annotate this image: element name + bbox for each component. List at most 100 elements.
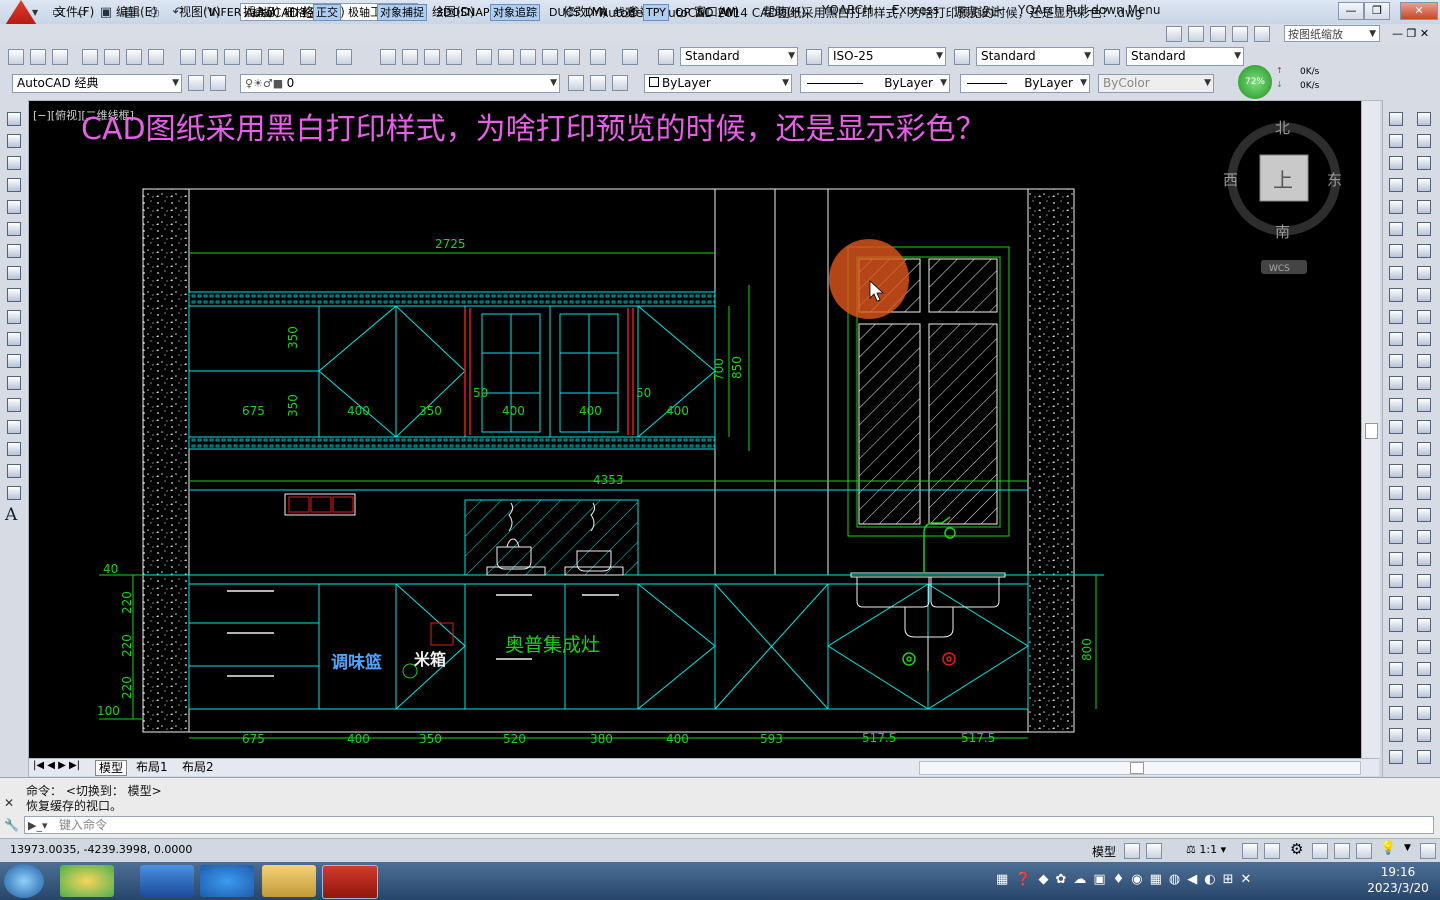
- spline-icon[interactable]: [7, 288, 21, 302]
- compass-north[interactable]: 北: [1275, 119, 1290, 137]
- plotstyle-combo[interactable]: ByColor ▼: [1098, 74, 1214, 93]
- color-combo[interactable]: ByLayer ▼: [644, 74, 792, 93]
- modify-tool-3-icon[interactable]: [1389, 178, 1403, 192]
- dim-tool-8-icon[interactable]: [1417, 288, 1431, 302]
- dim-tool-6-icon[interactable]: [1417, 244, 1431, 258]
- qnew-icon[interactable]: [8, 49, 24, 65]
- text-style-combo[interactable]: Standard ▼: [680, 47, 798, 66]
- tab-nav-arrows[interactable]: |◀ ◀ ▶ ▶|: [33, 760, 80, 771]
- dim-tool-12-icon[interactable]: [1417, 376, 1431, 390]
- modify-tool-12-icon[interactable]: [1389, 376, 1403, 390]
- clean-screen-icon[interactable]: [1420, 843, 1436, 859]
- dim-tool-13-icon[interactable]: [1417, 398, 1431, 412]
- taskbar-app-list-icon[interactable]: [140, 865, 194, 897]
- drawing-svg[interactable]: 2725 4353 675 400 350 400 400 400 50 50 …: [29, 101, 1361, 758]
- redo-icon[interactable]: [336, 49, 352, 65]
- dim-tool-10-icon[interactable]: [1417, 332, 1431, 346]
- modify-tool-0-icon[interactable]: [1389, 112, 1403, 126]
- plot-icon[interactable]: [82, 49, 98, 65]
- workspace-settings-icon[interactable]: [188, 75, 204, 91]
- modify-tool-28-icon[interactable]: [1389, 728, 1403, 742]
- modify-tool-22-icon[interactable]: [1389, 596, 1403, 610]
- modify-tool-16-icon[interactable]: [1389, 464, 1403, 478]
- tab-model[interactable]: 模型: [95, 760, 128, 776]
- insert-block-icon[interactable]: [7, 354, 21, 368]
- modify-tool-8-icon[interactable]: [1389, 288, 1403, 302]
- tab-layout2[interactable]: 布局2: [179, 760, 217, 774]
- dim-tool-21-icon[interactable]: [1417, 574, 1431, 588]
- sheet-set-icon[interactable]: [1232, 26, 1248, 42]
- menu-item-11[interactable]: 帮助(H): [763, 3, 805, 20]
- dim-tool-0-icon[interactable]: [1417, 112, 1431, 126]
- viewcube[interactable]: 上 北 南 东 西 WCS: [1223, 119, 1342, 274]
- zoom-previous-icon[interactable]: [446, 49, 462, 65]
- status-menu-icon[interactable]: ▼: [1404, 843, 1411, 853]
- table-style-icon[interactable]: [954, 49, 970, 65]
- command-input[interactable]: ▶_▾ 键入命令: [24, 816, 1434, 834]
- make-layer-current-icon[interactable]: [568, 75, 584, 91]
- taskbar-app-s-icon[interactable]: [200, 865, 254, 897]
- command-settings-icon[interactable]: 🔧: [4, 818, 19, 832]
- annotation-scale[interactable]: ⚖ 1:1 ▾: [1186, 843, 1226, 856]
- open-icon[interactable]: [30, 49, 46, 65]
- status-toggle-1[interactable]: 捕捉: [249, 4, 277, 21]
- modify-tool-24-icon[interactable]: [1389, 640, 1403, 654]
- paste-icon[interactable]: [224, 49, 240, 65]
- status-toggle-0[interactable]: INFER: [206, 4, 244, 21]
- polygon-icon[interactable]: [7, 178, 21, 192]
- modify-tool-7-icon[interactable]: [1389, 266, 1403, 280]
- model-space-button[interactable]: 模型: [1092, 843, 1116, 860]
- modify-tool-19-icon[interactable]: [1389, 530, 1403, 544]
- menu-item-12[interactable]: YQARCH: [822, 3, 872, 17]
- coordinate-readout[interactable]: 13973.0035, -4239.3998, 0.0000: [10, 843, 192, 856]
- layer-combo[interactable]: ♀☀♂■ 0 ▼: [240, 74, 560, 93]
- modify-tool-29-icon[interactable]: [1389, 750, 1403, 764]
- tool-palettes-icon[interactable]: [520, 49, 536, 65]
- circle-icon[interactable]: [7, 244, 21, 258]
- construction-line-icon[interactable]: [7, 134, 21, 148]
- taskbar-autocad-icon[interactable]: [322, 865, 378, 899]
- taskbar-explorer-icon[interactable]: [262, 865, 316, 897]
- dim-tool-27-icon[interactable]: [1417, 706, 1431, 720]
- modify-tool-21-icon[interactable]: [1389, 574, 1403, 588]
- vertical-scrollbar[interactable]: [1361, 101, 1380, 758]
- menu-item-13[interactable]: Express: [892, 3, 939, 17]
- dim-tool-14-icon[interactable]: [1417, 420, 1431, 434]
- dim-tool-25-icon[interactable]: [1417, 662, 1431, 676]
- menu-item-1[interactable]: 编辑(E): [116, 3, 157, 20]
- layer-states-icon[interactable]: [612, 75, 628, 91]
- modify-tool-26-icon[interactable]: [1389, 684, 1403, 698]
- status-toggle-10[interactable]: 线宽: [611, 4, 639, 21]
- quick-view-drawings-icon[interactable]: [1146, 843, 1162, 859]
- status-toggle-4[interactable]: 极轴: [345, 4, 373, 21]
- performance-gauge[interactable]: 72%: [1236, 63, 1274, 101]
- dim-style-combo[interactable]: ISO-25 ▼: [828, 47, 946, 66]
- dim-tool-29-icon[interactable]: [1417, 750, 1431, 764]
- horizontal-scroll-thumb[interactable]: [1130, 762, 1144, 774]
- modify-tool-6-icon[interactable]: [1389, 244, 1403, 258]
- status-toggle-11[interactable]: TPY: [643, 4, 669, 21]
- taskbar-clock[interactable]: 19:16 2023/3/20: [1356, 864, 1440, 896]
- status-toggle-9[interactable]: DYN: [582, 4, 611, 21]
- close-command-icon[interactable]: ✕: [4, 796, 14, 810]
- status-toggle-13[interactable]: SC: [694, 4, 715, 21]
- multiline-text-icon[interactable]: A: [5, 505, 17, 525]
- menu-item-14[interactable]: 源泉设计: [954, 3, 1002, 20]
- dim-tool-15-icon[interactable]: [1417, 442, 1431, 456]
- modify-tool-25-icon[interactable]: [1389, 662, 1403, 676]
- dim-tool-20-icon[interactable]: [1417, 552, 1431, 566]
- zoom-to-sheet-input[interactable]: 按图纸缩放 ▼: [1284, 25, 1380, 42]
- hardware-acceleration-icon[interactable]: [1334, 843, 1350, 859]
- modify-tool-17-icon[interactable]: [1389, 486, 1403, 500]
- dim-tool-19-icon[interactable]: [1417, 530, 1431, 544]
- 3d-dwf-icon[interactable]: [148, 49, 164, 65]
- undo-icon[interactable]: [300, 49, 316, 65]
- modify-tool-11-icon[interactable]: [1389, 354, 1403, 368]
- dim-tool-24-icon[interactable]: [1417, 640, 1431, 654]
- save-icon[interactable]: [52, 49, 68, 65]
- annotation-visibility-icon[interactable]: [1242, 843, 1258, 859]
- table-icon[interactable]: [7, 486, 21, 500]
- block-editor-icon[interactable]: [268, 49, 284, 65]
- dim-tool-11-icon[interactable]: [1417, 354, 1431, 368]
- multileader-style-combo[interactable]: Standard ▼: [1126, 47, 1244, 66]
